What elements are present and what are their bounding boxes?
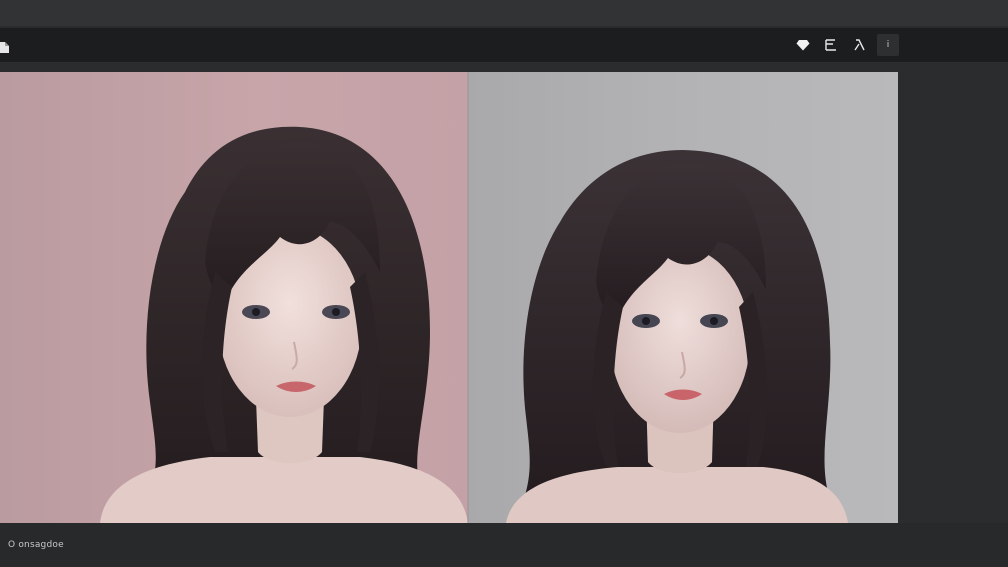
lambda-icon	[853, 39, 865, 51]
original-image-panel[interactable]	[0, 72, 468, 523]
status-text: O onsagdoe	[8, 540, 64, 550]
lambda-tool-button[interactable]	[848, 34, 870, 56]
status-bar: O onsagdoe	[0, 523, 1008, 567]
compare-divider[interactable]	[467, 72, 469, 523]
workspace	[0, 63, 1008, 523]
diamond-icon	[796, 39, 810, 51]
info-button[interactable]: i	[877, 34, 899, 56]
diamond-tool-button[interactable]	[792, 34, 814, 56]
image-canvas[interactable]	[0, 72, 898, 523]
app-window: i O onsagdoe	[0, 0, 1008, 567]
title-bar	[0, 0, 1008, 26]
portrait-image-left	[100, 126, 468, 523]
layers-tool-button[interactable]	[820, 34, 842, 56]
portrait-image-right	[506, 150, 848, 523]
document-icon[interactable]	[0, 39, 10, 53]
layers-icon	[825, 39, 837, 51]
edited-image-panel[interactable]	[468, 72, 898, 523]
info-icon: i	[886, 40, 890, 50]
toolbar: i	[0, 28, 1008, 63]
